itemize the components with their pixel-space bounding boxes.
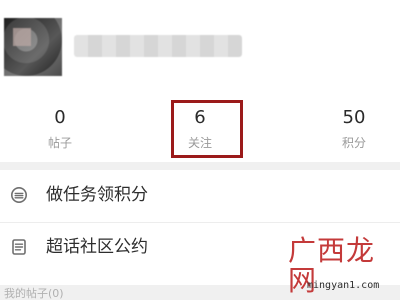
points-stat[interactable]: 50 积分 (294, 102, 400, 152)
site-watermark: 广西龙网 mingyan1.com (270, 236, 400, 300)
profile-header (0, 0, 400, 92)
watermark-url: mingyan1.com (307, 280, 380, 291)
my-posts-section-title: 我的帖子(0) (4, 287, 64, 300)
menu-item-tasks[interactable]: 做任务领积分 (0, 170, 400, 223)
posts-stat[interactable]: 0 帖子 (0, 102, 120, 152)
username-redacted (74, 35, 242, 57)
coin-stack-icon (10, 186, 28, 204)
menu-item-label: 超话社区公约 (46, 237, 148, 257)
following-highlight-box (171, 100, 243, 158)
menu-item-label: 做任务领积分 (46, 185, 148, 205)
points-label: 积分 (341, 136, 366, 150)
posts-count: 0 (54, 107, 66, 128)
avatar[interactable] (4, 18, 62, 76)
points-count: 50 (342, 107, 366, 128)
posts-label: 帖子 (47, 136, 72, 150)
document-icon (10, 238, 28, 256)
